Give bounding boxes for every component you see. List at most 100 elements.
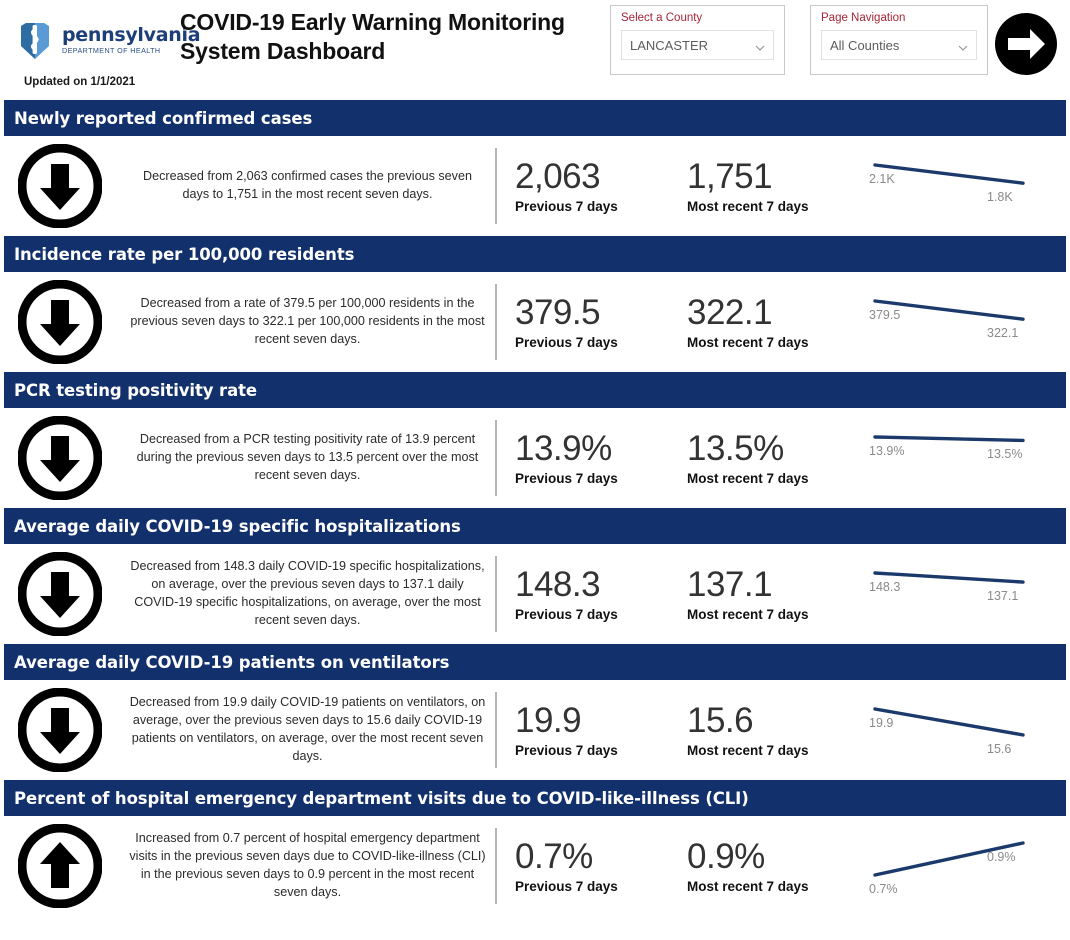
recent-period-label: Most recent 7 days [687, 334, 809, 350]
county-select-label: Select a County [621, 12, 703, 24]
metric-section-title: Average daily COVID-19 specific hospital… [14, 516, 461, 536]
page-navigation-label: Page Navigation [821, 12, 906, 24]
recent-period-value: 137.1 [687, 565, 773, 605]
metric-description: Decreased from 19.9 daily COVID-19 patie… [129, 695, 486, 763]
sparkline: 379.5 322.1 [869, 285, 1070, 359]
metric-description: Decreased from 148.3 daily COVID-19 spec… [130, 559, 485, 627]
recent-period-value: 15.6 [687, 701, 754, 741]
sparkline: 19.9 15.6 [869, 693, 1070, 767]
metric-section-title: Newly reported confirmed cases [14, 108, 313, 128]
arrow-down-circle-icon [18, 552, 102, 636]
metric-section: Average daily COVID-19 patients on venti… [0, 644, 1070, 780]
sparkline-end-label: 15.6 [987, 741, 1012, 756]
sparkline-start-label: 13.9% [869, 444, 905, 458]
trend-indicator [0, 144, 120, 228]
next-page-button[interactable] [994, 12, 1058, 76]
trend-indicator [0, 552, 120, 636]
chevron-down-icon [755, 40, 765, 51]
metric-section-title: Incidence rate per 100,000 residents [14, 244, 355, 264]
sparkline-end-label: 137.1 [987, 589, 1019, 604]
sparkline-end-label: 322.1 [987, 326, 1019, 341]
dashboard-root: pennsylvania DEPARTMENT OF HEALTH Update… [0, 0, 1070, 940]
recent-period-value: 13.5% [687, 429, 784, 469]
sparkline-start-label: 148.3 [869, 580, 901, 594]
previous-period-label: Previous 7 days [515, 470, 618, 486]
updated-date: Updated on 1/1/2021 [24, 76, 136, 88]
chevron-down-icon [958, 40, 968, 51]
page-title: COVID-19 Early Warning Monitoring System… [180, 9, 565, 65]
recent-period-label: Most recent 7 days [687, 470, 809, 486]
metric-section-header: Average daily COVID-19 specific hospital… [4, 508, 1066, 544]
arrow-down-circle-icon [18, 280, 102, 364]
previous-period-stat: 379.5 Previous 7 days [497, 294, 669, 349]
metric-section-header: PCR testing positivity rate [4, 372, 1066, 408]
previous-period-stat: 0.7% Previous 7 days [497, 838, 669, 893]
recent-period-stat: 13.5% Most recent 7 days [669, 430, 869, 485]
previous-period-stat: 19.9 Previous 7 days [497, 702, 669, 757]
previous-period-value: 379.5 [515, 293, 601, 333]
recent-period-value: 322.1 [687, 293, 773, 333]
recent-period-stat: 15.6 Most recent 7 days [669, 702, 869, 757]
previous-period-value: 13.9% [515, 429, 612, 469]
sparkline-start-label: 19.9 [869, 716, 894, 730]
metric-section-body: Decreased from 2,063 confirmed cases the… [0, 136, 1070, 236]
recent-period-stat: 137.1 Most recent 7 days [669, 566, 869, 621]
county-select-container: Select a County LANCASTER [610, 5, 785, 75]
metric-section: PCR testing positivity rate Decreased fro… [0, 372, 1070, 508]
arrow-down-circle-icon [18, 688, 102, 772]
metric-section: Percent of hospital emergency department… [0, 780, 1070, 916]
arrow-down-circle-icon [18, 144, 102, 228]
trend-indicator [0, 280, 120, 364]
page-navigation-container: Page Navigation All Counties [810, 5, 988, 75]
sparkline-end-label: 0.9% [987, 850, 1016, 864]
metric-section-title: Average daily COVID-19 patients on venti… [14, 652, 450, 672]
page-navigation-select[interactable]: All Counties [821, 30, 977, 60]
sparkline: 0.7% 0.9% [869, 829, 1070, 903]
sparkline-start-label: 0.7% [869, 882, 898, 896]
sparkline-end-label: 1.8K [987, 190, 1013, 205]
recent-period-stat: 1,751 Most recent 7 days [669, 158, 869, 213]
recent-period-value: 1,751 [687, 157, 773, 197]
pa-keystone-caduceus-logo-icon [14, 20, 56, 62]
metric-section-header: Newly reported confirmed cases [4, 100, 1066, 136]
arrow-up-circle-icon [18, 824, 102, 908]
previous-period-value: 0.7% [515, 837, 593, 877]
previous-period-stat: 148.3 Previous 7 days [497, 566, 669, 621]
page-navigation-value: All Counties [830, 37, 900, 53]
metrics-list: Newly reported confirmed cases Decreased … [0, 100, 1070, 916]
arrow-down-circle-icon [18, 416, 102, 500]
recent-period-label: Most recent 7 days [687, 742, 809, 758]
previous-period-label: Previous 7 days [515, 742, 618, 758]
recent-period-value: 0.9% [687, 837, 765, 877]
previous-period-stat: 13.9% Previous 7 days [497, 430, 669, 485]
previous-period-label: Previous 7 days [515, 878, 618, 894]
sparkline-start-label: 2.1K [869, 172, 895, 186]
trend-indicator [0, 416, 120, 500]
metric-section-header: Percent of hospital emergency department… [4, 780, 1066, 816]
recent-period-label: Most recent 7 days [687, 198, 809, 214]
previous-period-label: Previous 7 days [515, 334, 618, 350]
sparkline-end-label: 13.5% [987, 447, 1023, 462]
county-select[interactable]: LANCASTER [621, 30, 774, 60]
arrow-right-icon [995, 13, 1057, 75]
metric-section-title: PCR testing positivity rate [14, 380, 258, 400]
metric-section-header: Average daily COVID-19 patients on venti… [4, 644, 1066, 680]
sparkline-start-label: 379.5 [869, 308, 901, 322]
previous-period-value: 2,063 [515, 157, 601, 197]
metric-section-header: Incidence rate per 100,000 residents [4, 236, 1066, 272]
metric-section: Average daily COVID-19 specific hospital… [0, 508, 1070, 644]
recent-period-stat: 322.1 Most recent 7 days [669, 294, 869, 349]
metric-section-body: Decreased from a rate of 379.5 per 100,0… [0, 272, 1070, 372]
recent-period-label: Most recent 7 days [687, 606, 809, 622]
metric-description: Decreased from a PCR testing positivity … [136, 432, 479, 482]
previous-period-label: Previous 7 days [515, 198, 618, 214]
metric-section-title: Percent of hospital emergency department… [14, 788, 749, 808]
metric-section-body: Decreased from a PCR testing positivity … [0, 408, 1070, 508]
trend-indicator [0, 824, 120, 908]
sparkline: 13.9% 13.5% [869, 421, 1070, 495]
previous-period-value: 148.3 [515, 565, 601, 605]
metric-description: Decreased from a rate of 379.5 per 100,0… [130, 296, 485, 346]
previous-period-stat: 2,063 Previous 7 days [497, 158, 669, 213]
recent-period-stat: 0.9% Most recent 7 days [669, 838, 869, 893]
county-select-value: LANCASTER [630, 37, 709, 53]
